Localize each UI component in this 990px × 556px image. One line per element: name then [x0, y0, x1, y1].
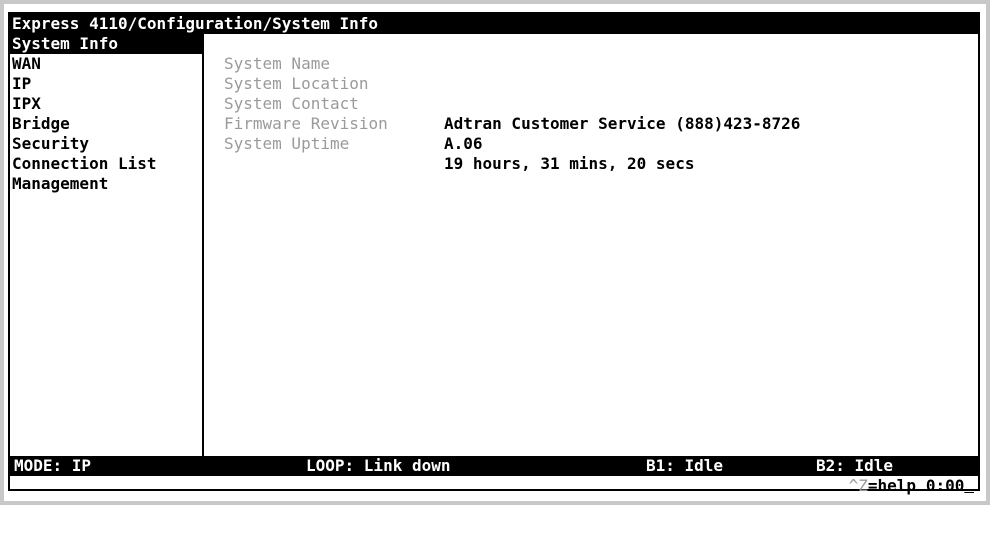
status-bar: MODE: IP LOOP: Link down B1: Idle B2: Id…	[10, 456, 978, 476]
help-hint: ^Z=help	[849, 476, 916, 496]
menu-item-ip[interactable]: IP	[10, 74, 202, 94]
system-info-panel: System Name System Location System Conta…	[206, 34, 978, 456]
help-ctrl-key: ^Z	[848, 476, 868, 495]
system-uptime-value: 19 hours, 31 mins, 20 secs	[444, 154, 695, 173]
help-line: ^Z=help 0:00	[10, 476, 978, 498]
text-cursor	[964, 476, 974, 495]
menu-item-security[interactable]: Security	[10, 134, 202, 154]
loop-status: LOOP: Link down	[306, 456, 451, 475]
navigation-menu: System Info WAN IP IPX Bridge Security C…	[10, 34, 204, 456]
field-row-system-uptime: System Uptime 19 hours, 31 mins, 20 secs	[206, 114, 978, 173]
menu-item-bridge[interactable]: Bridge	[10, 114, 202, 134]
menu-item-wan[interactable]: WAN	[10, 54, 202, 74]
menu-item-ipx[interactable]: IPX	[10, 94, 202, 114]
field-row-firmware-revision: Firmware Revision A.06	[206, 94, 978, 153]
help-text: =help	[867, 476, 916, 495]
field-row-system-location: System Location	[206, 54, 978, 93]
menu-item-connection-list[interactable]: Connection List	[10, 154, 202, 174]
menu-item-system-info[interactable]: System Info	[10, 34, 202, 54]
terminal-screen: Express 4110/Configuration/System Info S…	[0, 0, 990, 505]
field-row-system-contact: System Contact Adtran Customer Service (…	[206, 74, 978, 133]
system-uptime-label[interactable]: System Uptime	[224, 134, 349, 154]
session-clock: 0:00	[926, 476, 974, 496]
clock-value: 0:00	[925, 476, 965, 495]
terminal-frame: Express 4110/Configuration/System Info S…	[8, 12, 980, 495]
menu-item-management[interactable]: Management	[10, 174, 202, 194]
firmware-revision-value: A.06	[444, 134, 483, 153]
b2-status: B2: Idle	[816, 456, 894, 475]
field-row-system-name: System Name	[206, 34, 978, 73]
title-bar: Express 4110/Configuration/System Info	[10, 14, 978, 34]
b1-status: B1: Idle	[646, 456, 724, 475]
mode-status: MODE: IP	[14, 456, 92, 475]
